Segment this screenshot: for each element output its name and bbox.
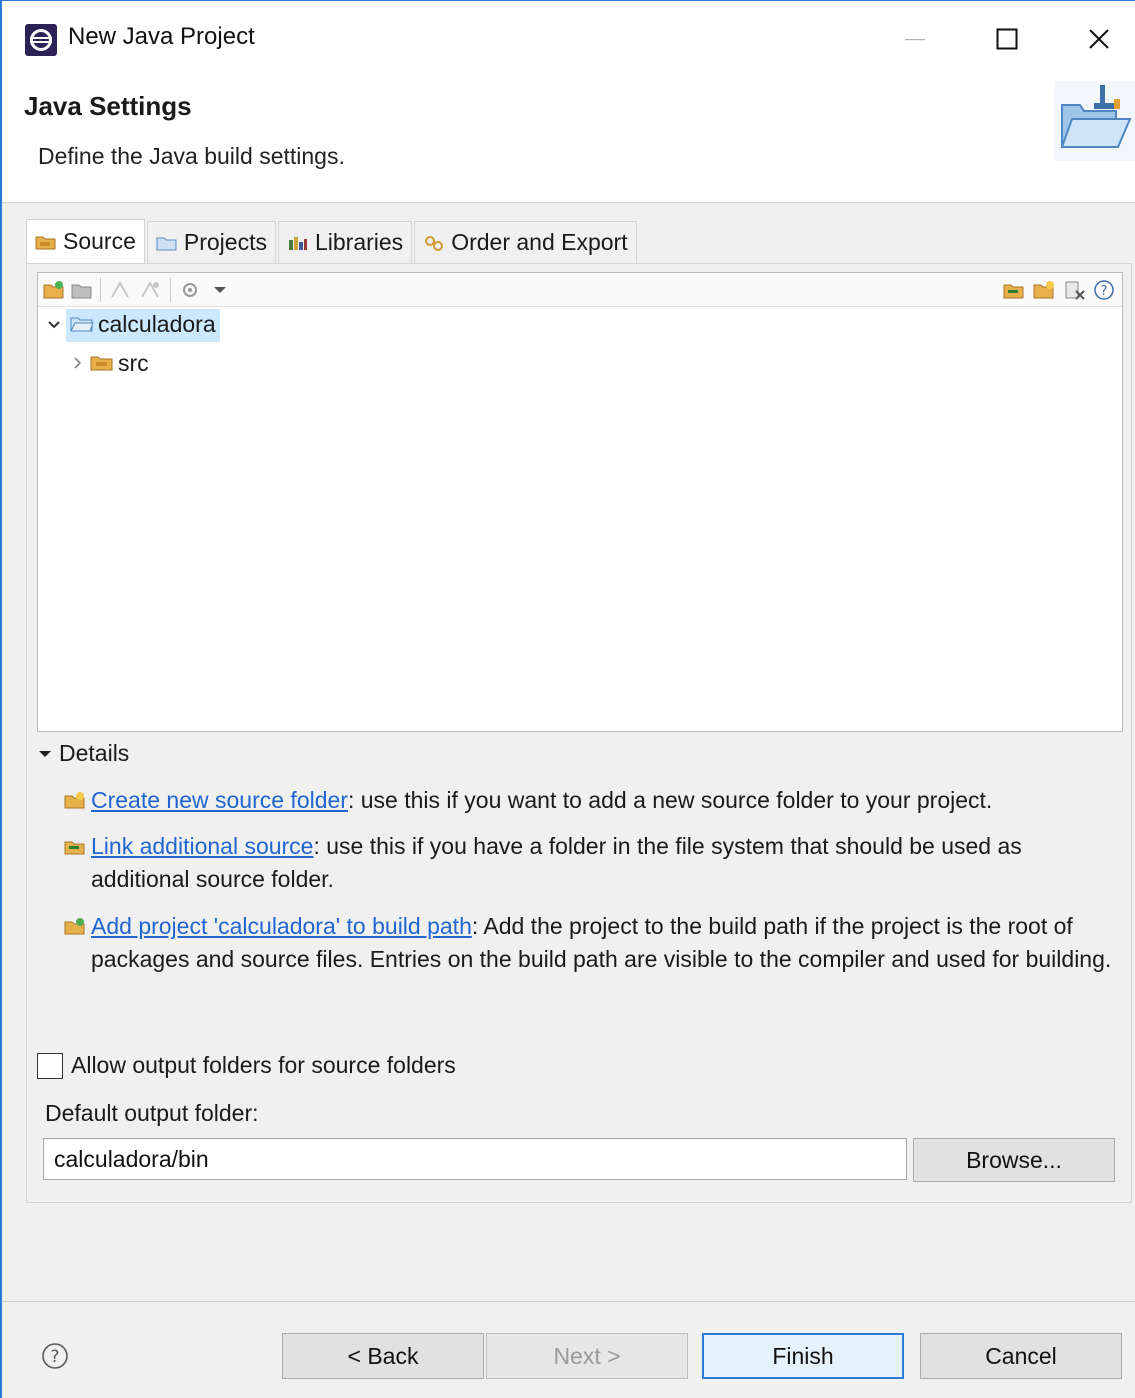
back-button[interactable]: < Back: [282, 1333, 484, 1379]
add-source-folder-icon[interactable]: [42, 279, 66, 301]
browse-button[interactable]: Browse...: [913, 1138, 1115, 1182]
order-export-icon: [425, 235, 444, 251]
link-source-icon[interactable]: [70, 279, 94, 301]
allow-output-folders-checkbox[interactable]: [37, 1052, 63, 1079]
tab-order-and-export[interactable]: Order and Export: [414, 221, 637, 263]
link-source-icon: [64, 841, 85, 855]
default-output-folder-input[interactable]: [43, 1138, 907, 1180]
tab-libraries-label: Libraries: [314, 229, 404, 255]
chevron-right-icon[interactable]: [68, 353, 88, 373]
link-additional-source-link[interactable]: Link additional source: [91, 833, 313, 859]
eclipse-app-icon: [25, 24, 57, 56]
toolbar-separator: [100, 278, 101, 302]
new-source-folder-icon: [64, 792, 85, 809]
svg-text:?: ?: [1101, 284, 1108, 299]
allow-output-folders-label: Allow output folders for source folders: [71, 1052, 456, 1078]
details-heading: Details: [59, 740, 130, 766]
link-folder-icon[interactable]: [1002, 279, 1026, 301]
selected-node: calculadora: [66, 308, 220, 342]
exclude-icon[interactable]: [138, 279, 162, 301]
libraries-icon: [288, 236, 307, 250]
java-project-folder-icon: [1054, 81, 1135, 161]
close-icon: [1089, 29, 1109, 49]
detail-add-project-to-build-path: Add project 'calculadora' to build path:…: [63, 910, 1123, 976]
tree-node-calculadora[interactable]: calculadora: [44, 307, 220, 343]
minimize-icon: [905, 39, 925, 41]
caret-down-icon: [39, 750, 51, 757]
tab-source-label: Source: [63, 228, 136, 254]
svg-text:?: ?: [50, 1347, 59, 1367]
default-output-label: Default output folder:: [45, 1100, 259, 1126]
allow-output-folders-option[interactable]: Allow output folders for source folders: [37, 1052, 456, 1079]
remove-icon[interactable]: [1062, 279, 1086, 301]
close-button[interactable]: [1074, 17, 1124, 61]
tab-source[interactable]: Source: [26, 219, 145, 263]
minimize-button[interactable]: [890, 17, 940, 61]
new-java-project-window: New Java Project Java Settings Define th…: [0, 0, 1135, 1398]
projects-icon: [156, 237, 177, 250]
create-source-folder-link[interactable]: Create new source folder: [91, 787, 348, 813]
tree-node-label: src: [118, 349, 149, 376]
page-title: Java Settings: [24, 91, 192, 121]
maximize-button[interactable]: [982, 17, 1032, 61]
help-icon[interactable]: ?: [40, 1341, 70, 1371]
tree-toolbar: ?: [38, 273, 1122, 307]
tab-projects[interactable]: Projects: [146, 221, 276, 263]
tab-projects-label: Projects: [183, 229, 267, 255]
source-folder-icon: [35, 236, 56, 249]
tree-node-src[interactable]: src: [68, 345, 149, 381]
new-folder-icon[interactable]: [1032, 279, 1056, 301]
chevron-down-icon[interactable]: [44, 315, 64, 335]
add-project-build-path-link[interactable]: Add project 'calculadora' to build path: [91, 913, 472, 939]
footer-separator: [2, 1301, 1135, 1302]
include-icon[interactable]: [108, 279, 132, 301]
tree-node-label: calculadora: [98, 310, 216, 337]
toolbar-separator: [170, 278, 171, 302]
source-folder-icon: [90, 356, 113, 371]
title-bar: New Java Project: [2, 1, 1135, 71]
details-toggle[interactable]: Details: [37, 740, 129, 767]
build-path-tabs: Source Projects Libraries Order and Expo…: [26, 219, 639, 263]
configure-icon[interactable]: [178, 279, 202, 301]
source-tree[interactable]: ? calculadora src: [37, 272, 1123, 732]
detail-text: : use this if you want to add a new sour…: [347, 787, 993, 813]
cancel-button[interactable]: Cancel: [920, 1333, 1122, 1379]
window-title: New Java Project: [68, 23, 255, 50]
detail-create-source-folder: Create new source folder: use this if yo…: [63, 784, 1123, 817]
wizard-header: Java Settings Define the Java build sett…: [2, 71, 1135, 203]
source-tab-panel: ? calculadora src Details Create new sou…: [26, 263, 1132, 1203]
tab-order-and-export-label: Order and Export: [451, 229, 628, 255]
page-description: Define the Java build settings.: [38, 143, 345, 169]
chevron-down-icon[interactable]: [208, 279, 232, 301]
add-to-build-path-icon: [64, 918, 85, 935]
finish-button[interactable]: Finish: [702, 1333, 904, 1379]
next-button[interactable]: Next >: [486, 1333, 688, 1379]
help-icon[interactable]: ?: [1092, 279, 1116, 301]
maximize-icon: [996, 28, 1018, 50]
detail-link-additional-source: Link additional source: use this if you …: [63, 830, 1123, 896]
tab-libraries[interactable]: Libraries: [277, 221, 413, 263]
project-folder-icon: [70, 317, 94, 332]
